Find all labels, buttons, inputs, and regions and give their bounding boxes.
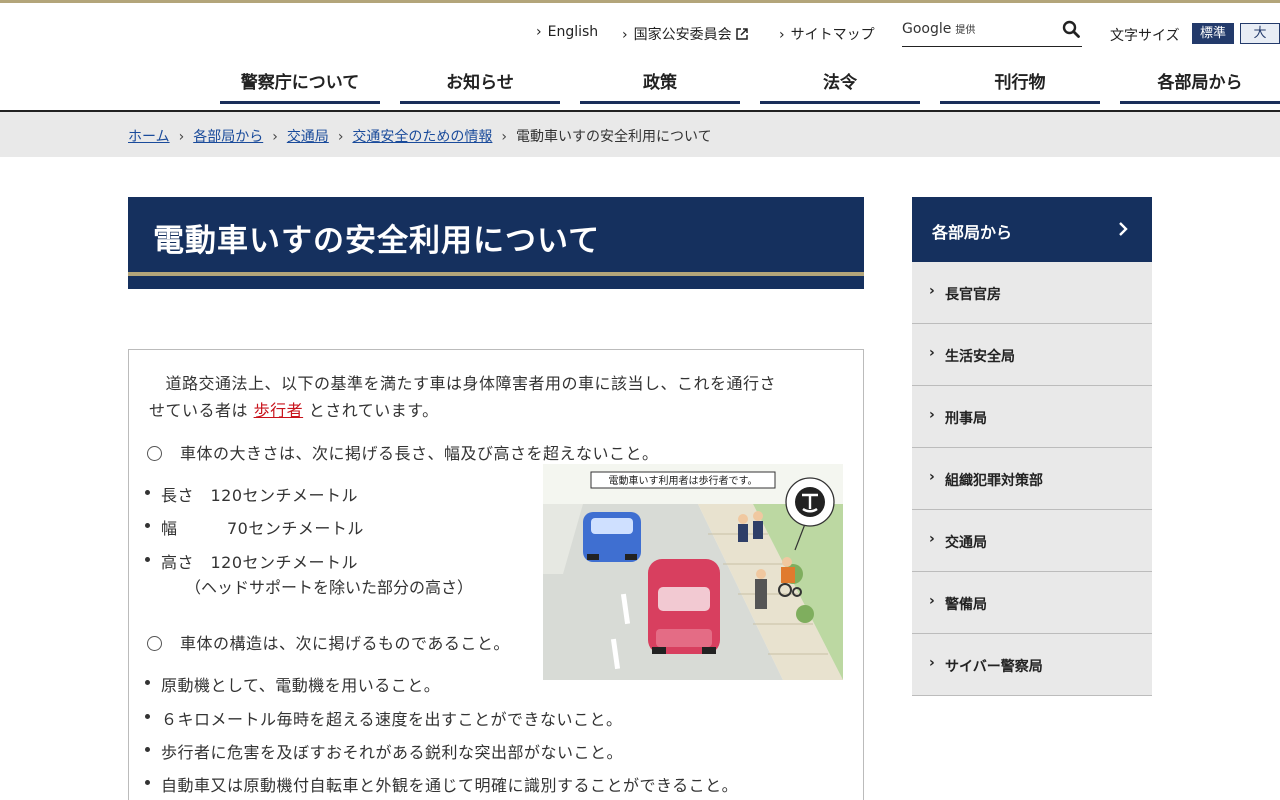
- nav-policy[interactable]: 政策: [580, 62, 740, 104]
- chevron-right-icon: ›: [929, 345, 935, 361]
- sidebar-item-organized-crime[interactable]: › 組織犯罪対策部: [912, 448, 1152, 510]
- npsc-link-label: 国家公安委員会: [633, 27, 732, 43]
- breadcrumb-departments[interactable]: 各部局から: [193, 129, 263, 145]
- font-size-label: 文字サイズ: [1110, 28, 1180, 44]
- chevron-right-icon: ›: [929, 469, 935, 485]
- english-link[interactable]: › English: [536, 24, 598, 40]
- nav-publications[interactable]: 刊行物: [940, 62, 1100, 104]
- sidebar-item-security[interactable]: › 警備局: [912, 572, 1152, 634]
- search-brand-suffix: 提供: [955, 25, 976, 36]
- size-item-height: 高さ 120センチメートル: [144, 549, 358, 573]
- chevron-right-icon: ›: [929, 407, 935, 423]
- breadcrumb-separator: ›: [272, 129, 278, 145]
- search-brand-name: Google: [902, 21, 952, 37]
- illustration-caption: 電動車いす利用者は歩行者です。: [609, 474, 758, 487]
- sidebar-item-cyber-police[interactable]: › サイバー警察局: [912, 634, 1152, 696]
- intro-line-2-pre: せている者は: [149, 401, 254, 420]
- sitemap-link[interactable]: › サイトマップ: [779, 24, 875, 44]
- sidebar-item-label: 交通局: [945, 535, 987, 551]
- size-item-height-note: （ヘッドサポートを除いた部分の高さ）: [185, 578, 474, 597]
- sitemap-link-label: サイトマップ: [790, 27, 875, 43]
- sidebar-heading-label: 各部局から: [932, 223, 1013, 242]
- breadcrumb-home[interactable]: ホーム: [128, 129, 170, 145]
- npsc-link[interactable]: › 国家公安委員会: [622, 24, 748, 44]
- structure-item-appearance: 自動車又は原動機付自転車と外観を通じて明確に識別することができること。: [144, 772, 738, 796]
- sidebar-item-label: 生活安全局: [945, 349, 1015, 365]
- chevron-right-icon: ›: [929, 593, 935, 609]
- size-item-length: 長さ 120センチメートル: [144, 482, 358, 506]
- sidebar-item-label: 長官官房: [945, 287, 1001, 303]
- breadcrumb-traffic-bureau[interactable]: 交通局: [287, 129, 329, 145]
- breadcrumb-separator: ›: [178, 129, 185, 145]
- pedestrian-link[interactable]: 歩行者: [254, 401, 304, 420]
- breadcrumb-separator: ›: [501, 129, 508, 145]
- sidebar-item-secretariat[interactable]: › 長官官房: [912, 262, 1152, 324]
- sidebar-item-label: 刑事局: [945, 411, 987, 427]
- chevron-right-icon: ›: [929, 283, 935, 299]
- sidebar-item-label: 警備局: [945, 597, 987, 613]
- breadcrumb-separator: ›: [337, 129, 344, 145]
- nav-about[interactable]: 警察庁について: [220, 62, 380, 104]
- english-link-label: English: [547, 24, 599, 40]
- main-content: 道路交通法上、以下の基準を満たす車は身体障害者用の車に該当し、これを通行さ せて…: [128, 349, 864, 800]
- sidebar-item-label: サイバー警察局: [945, 659, 1043, 675]
- size-heading-text: 車体の大きさは、次に掲げる長さ、幅及び高さを超えないこと。: [180, 444, 659, 463]
- intro-line-1: 道路交通法上、以下の基準を満たす車は身体障害者用の車に該当し、これを通行さ: [149, 374, 777, 393]
- structure-heading: 車体の構造は、次に掲げるものであること。: [147, 630, 510, 654]
- structure-item-motor: 原動機として、電動機を用いること。: [144, 672, 440, 696]
- nav-news[interactable]: お知らせ: [400, 62, 560, 104]
- intro-paragraph: 道路交通法上、以下の基準を満たす車は身体障害者用の車に該当し、これを通行さ せて…: [149, 370, 839, 424]
- wheelchair-pedestrian-illustration: 電動車いす利用者は歩行者です。: [543, 464, 843, 680]
- page-title-box: 電動車いすの安全利用について: [128, 197, 864, 289]
- breadcrumb: ホーム › 各部局から › 交通局 › 交通安全のための情報 › 電動車いすの安全利用について: [0, 112, 1280, 157]
- title-accent-line: [128, 272, 864, 276]
- sidebar-item-criminal[interactable]: › 刑事局: [912, 386, 1152, 448]
- chevron-right-icon: ›: [929, 531, 935, 547]
- size-heading: 車体の大きさは、次に掲げる長さ、幅及び高さを超えないこと。: [147, 440, 659, 464]
- utility-nav: › English › 国家公安委員会 › サイトマップ Google 提供 文字サイズ…: [0, 20, 1280, 48]
- structure-heading-text: 車体の構造は、次に掲げるものであること。: [180, 634, 510, 653]
- size-item-width: 幅 70センチメートル: [145, 515, 364, 539]
- structure-item-protrusion: 歩行者に危害を及ぼすおそれがある鋭利な突出部がないこと。: [144, 739, 623, 763]
- global-nav: 警察庁について お知らせ 政策 法令 刊行物 各部局から: [0, 62, 1280, 106]
- chevron-right-icon: ›: [622, 27, 628, 43]
- page-title: 電動車いすの安全利用について: [153, 223, 601, 259]
- site-search[interactable]: Google 提供: [902, 20, 1082, 47]
- chevron-right-icon: ›: [779, 27, 785, 43]
- sidebar-heading[interactable]: 各部局から: [912, 197, 1152, 262]
- top-accent-line: [0, 0, 1280, 3]
- chevron-right-icon: [1119, 222, 1128, 236]
- breadcrumb-traffic-safety[interactable]: 交通安全のための情報: [352, 129, 492, 145]
- sidebar-item-community-safety[interactable]: › 生活安全局: [912, 324, 1152, 386]
- breadcrumb-current: 電動車いすの安全利用について: [516, 129, 712, 145]
- search-icon[interactable]: [1062, 20, 1080, 38]
- search-brand: Google 提供: [902, 21, 975, 37]
- sidebar-item-traffic[interactable]: › 交通局: [912, 510, 1152, 572]
- font-size-standard-button[interactable]: 標準: [1192, 23, 1234, 44]
- external-link-icon: [735, 28, 748, 40]
- sidebar-item-label: 組織犯罪対策部: [945, 473, 1043, 489]
- intro-line-2-post: とされています。: [303, 401, 439, 420]
- circle-bullet-icon: [147, 446, 162, 461]
- chevron-right-icon: ›: [929, 655, 935, 671]
- font-size-large-button[interactable]: 大: [1240, 23, 1280, 44]
- nav-laws[interactable]: 法令: [760, 62, 920, 104]
- structure-item-speed: ６キロメートル毎時を超える速度を出すことができないこと。: [145, 706, 623, 730]
- chevron-right-icon: ›: [536, 24, 542, 40]
- nav-departments[interactable]: 各部局から: [1120, 62, 1280, 104]
- circle-bullet-icon: [147, 636, 162, 651]
